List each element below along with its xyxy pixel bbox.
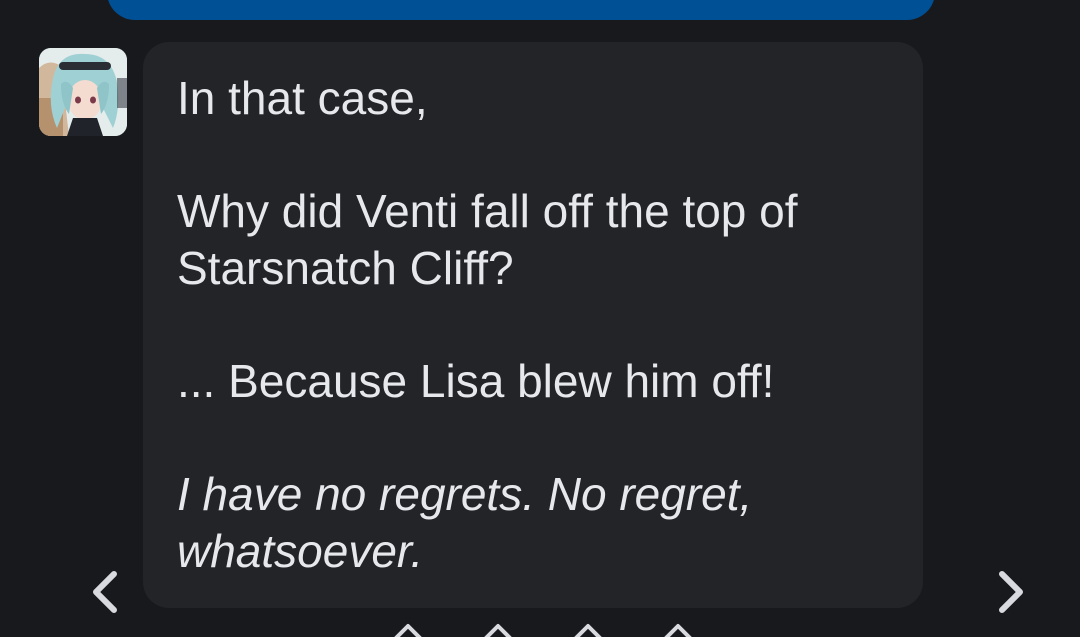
message-line: In that case, bbox=[177, 72, 428, 124]
chat-screen: In that case, Why did Venti fall off the… bbox=[0, 0, 1080, 637]
message-line: Starsnatch Cliff? bbox=[177, 242, 514, 294]
chevron-up-icon[interactable] bbox=[660, 620, 696, 637]
chevron-left-icon bbox=[93, 571, 117, 613]
message-bubble[interactable]: In that case, Why did Venti fall off the… bbox=[143, 42, 923, 608]
chevron-right-icon bbox=[999, 571, 1023, 613]
reaction-bar bbox=[390, 620, 696, 637]
previous-message-bubble[interactable] bbox=[107, 0, 935, 20]
message-line: ... Because Lisa blew him off! bbox=[177, 355, 775, 407]
previous-swipe-button[interactable] bbox=[86, 568, 126, 616]
message-line-italic: whatsoever. bbox=[177, 525, 424, 577]
message-line-italic: I have no regrets. No regret, bbox=[177, 468, 753, 520]
character-avatar-icon[interactable] bbox=[39, 48, 127, 136]
chevron-up-icon[interactable] bbox=[570, 620, 606, 637]
message-line: Why did Venti fall off the top of bbox=[177, 185, 798, 237]
chevron-up-icon[interactable] bbox=[390, 620, 426, 637]
chevron-up-icon[interactable] bbox=[480, 620, 516, 637]
next-swipe-button[interactable] bbox=[990, 568, 1030, 616]
